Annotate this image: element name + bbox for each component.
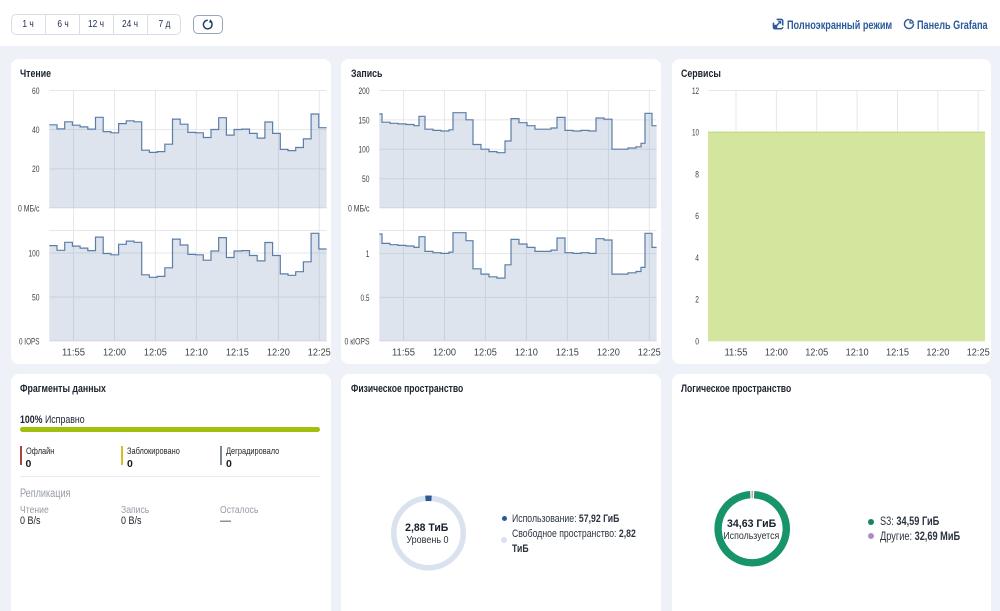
svg-text:10: 10 (692, 127, 699, 138)
svg-text:12:15: 12:15 (556, 347, 579, 358)
svg-text:2: 2 (695, 294, 699, 305)
svg-text:40: 40 (32, 125, 40, 136)
svg-text:0 IOPS: 0 IOPS (19, 336, 40, 347)
svg-text:50: 50 (32, 292, 40, 303)
svg-text:0 кIOPS: 0 кIOPS (345, 336, 370, 347)
svg-text:4: 4 (695, 252, 699, 263)
svg-text:0 МБ/с: 0 МБ/с (18, 203, 40, 214)
svg-text:0 МБ/с: 0 МБ/с (348, 203, 370, 214)
svg-text:12:20: 12:20 (266, 347, 289, 358)
svg-text:12:10: 12:10 (515, 347, 538, 358)
svg-text:12:15: 12:15 (886, 347, 909, 358)
svg-text:100: 100 (28, 248, 39, 259)
svg-text:100: 100 (359, 144, 370, 155)
svg-text:12:00: 12:00 (433, 347, 456, 358)
svg-text:50: 50 (362, 174, 370, 185)
svg-text:11:55: 11:55 (392, 347, 415, 358)
svg-text:12:20: 12:20 (597, 347, 620, 358)
svg-text:12:20: 12:20 (926, 347, 949, 358)
svg-text:6: 6 (695, 211, 699, 222)
svg-text:20: 20 (32, 164, 40, 175)
svg-text:12:05: 12:05 (143, 347, 166, 358)
svg-text:12: 12 (692, 85, 699, 96)
svg-text:12:15: 12:15 (225, 347, 248, 358)
svg-text:1: 1 (366, 249, 370, 260)
svg-text:12:00: 12:00 (103, 347, 126, 358)
svg-text:12:25: 12:25 (638, 347, 661, 358)
svg-text:12:25: 12:25 (966, 347, 989, 358)
svg-text:12:05: 12:05 (474, 347, 497, 358)
svg-text:11:55: 11:55 (724, 347, 747, 358)
svg-text:12:00: 12:00 (764, 347, 787, 358)
svg-text:12:05: 12:05 (805, 347, 828, 358)
svg-text:200: 200 (359, 85, 370, 96)
svg-text:0.5: 0.5 (361, 292, 370, 303)
svg-text:150: 150 (359, 115, 370, 126)
svg-text:60: 60 (32, 85, 40, 96)
svg-text:11:55: 11:55 (62, 347, 85, 358)
svg-text:12:10: 12:10 (184, 347, 207, 358)
svg-text:8: 8 (695, 169, 699, 180)
svg-text:12:10: 12:10 (845, 347, 868, 358)
svg-text:12:25: 12:25 (307, 347, 330, 358)
svg-text:0: 0 (695, 336, 699, 347)
